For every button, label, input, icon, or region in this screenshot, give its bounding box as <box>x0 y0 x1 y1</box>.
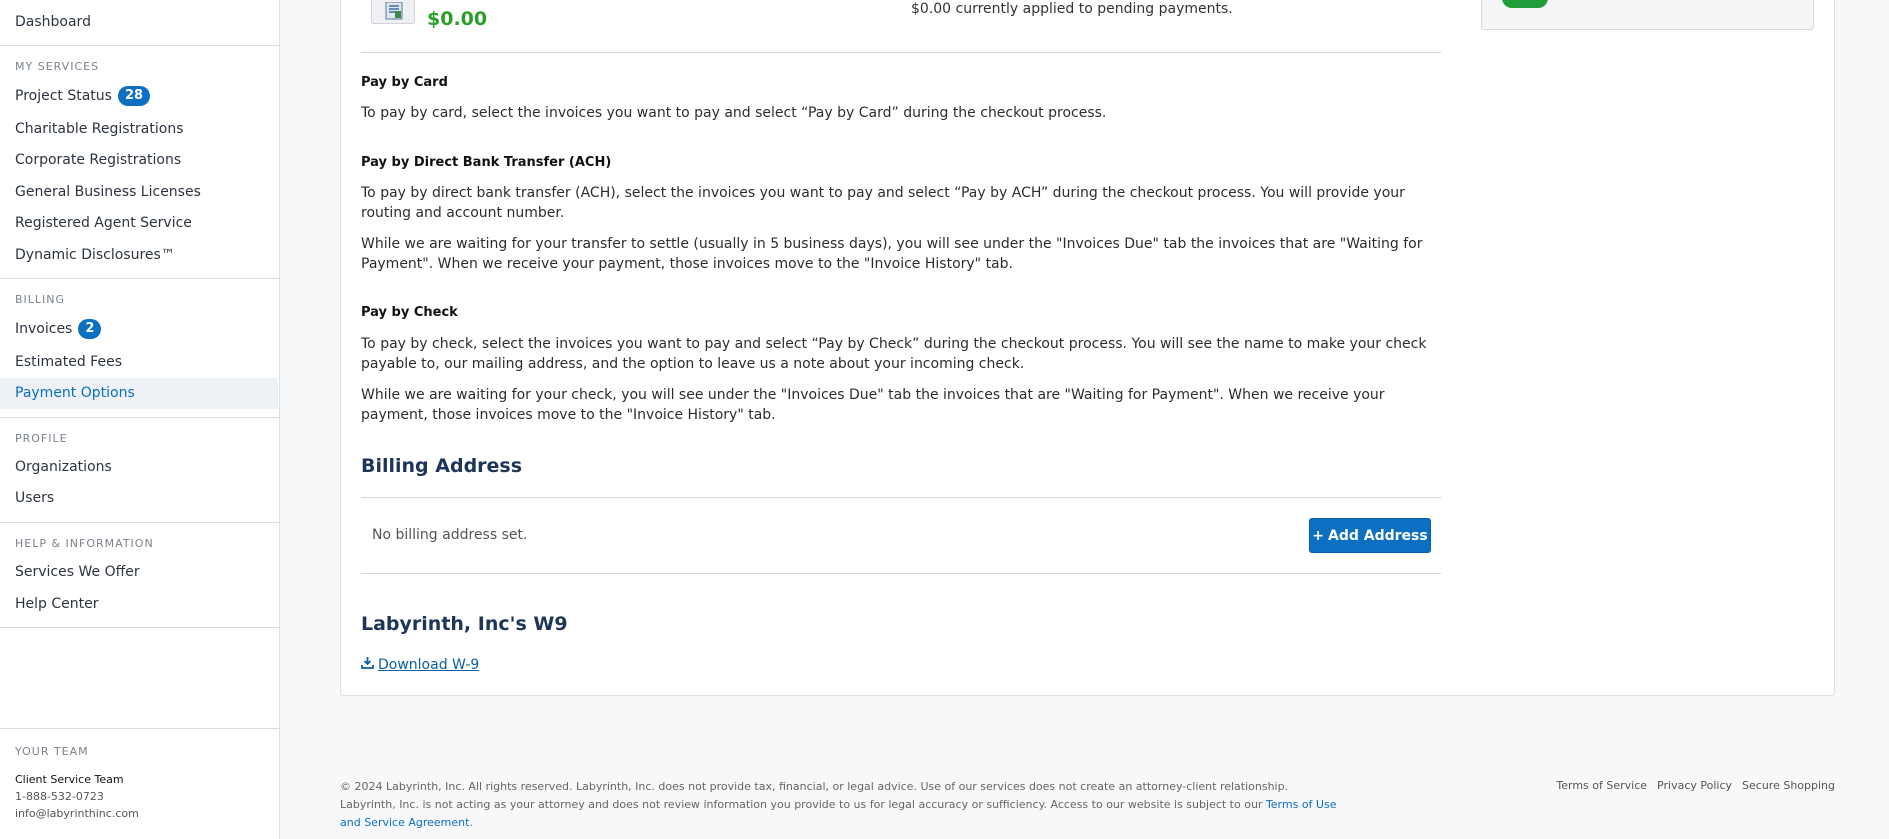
pay-by-ach-waiting-text: While we are waiting for your transfer t… <box>361 236 1423 272</box>
sidebar-heading-billing: BILLING <box>15 293 66 306</box>
plus-icon: + <box>1312 527 1325 544</box>
pending-payments-text: $0.00 currently applied to pending payme… <box>911 1 1233 17</box>
sidebar-item-label: Project Status <box>15 88 112 104</box>
privacy-policy-link[interactable]: Privacy Policy <box>1657 779 1732 792</box>
divider <box>361 52 1441 53</box>
sidebar-heading-your-team: YOUR TEAM <box>15 745 89 758</box>
add-address-label: Add Address <box>1328 527 1428 544</box>
project-status-count-badge: 28 <box>117 86 151 106</box>
sidebar-item-general-business-licenses[interactable]: General Business Licenses <box>15 184 201 200</box>
footer-legal-text: © 2024 Labyrinth, Inc. All rights reserv… <box>340 780 1289 811</box>
receipt-icon <box>371 0 415 24</box>
sidebar-divider <box>0 417 279 418</box>
sidebar-item-invoices[interactable]: Invoices 2 <box>15 319 102 339</box>
sidebar-item-registered-agent-service[interactable]: Registered Agent Service <box>15 215 192 231</box>
sidebar-item-dynamic-disclosures[interactable]: Dynamic Disclosures™ <box>15 247 175 263</box>
sidebar-item-services-we-offer[interactable]: Services We Offer <box>15 564 140 580</box>
footer-links: Terms of Service Privacy Policy Secure S… <box>1556 779 1835 792</box>
sidebar-heading-help: HELP & INFORMATION <box>15 537 154 550</box>
secure-shopping-link[interactable]: Secure Shopping <box>1742 779 1835 792</box>
pay-by-ach-text: To pay by direct bank transfer (ACH), se… <box>361 185 1405 221</box>
credit-amount: $0.00 <box>427 8 488 30</box>
download-w9-label: Download W-9 <box>378 656 480 673</box>
sidebar-item-dashboard[interactable]: Dashboard <box>15 14 91 30</box>
download-w9-link[interactable]: Download W-9 <box>361 656 479 673</box>
sidebar-divider <box>0 522 279 523</box>
invoices-count-badge: 2 <box>78 319 102 339</box>
pay-by-card-title: Pay by Card <box>361 75 448 90</box>
sidebar-item-estimated-fees[interactable]: Estimated Fees <box>15 354 122 370</box>
sidebar-divider <box>0 627 279 628</box>
sidebar-divider <box>0 45 279 46</box>
sidebar-item-users[interactable]: Users <box>15 490 54 506</box>
team-name: Client Service Team <box>15 773 124 786</box>
sidebar-item-organizations[interactable]: Organizations <box>15 459 112 475</box>
sidebar-item-payment-options[interactable]: Payment Options <box>15 385 135 401</box>
divider <box>361 497 1441 498</box>
team-phone: 1-888-532-0723 <box>15 790 104 803</box>
pay-by-check-text: To pay by check, select the invoices you… <box>361 336 1427 372</box>
no-billing-address-text: No billing address set. <box>372 527 528 543</box>
sidebar-divider <box>0 728 279 729</box>
sidebar: Dashboard MY SERVICES Project Status 28 C… <box>0 0 280 839</box>
billing-address-title: Billing Address <box>361 455 523 477</box>
download-icon <box>361 656 374 673</box>
sidebar-heading-profile: PROFILE <box>15 432 68 445</box>
sidebar-heading-my-services: MY SERVICES <box>15 60 100 73</box>
add-address-button[interactable]: + Add Address <box>1309 518 1431 553</box>
sidebar-item-label: Invoices <box>15 321 73 337</box>
divider <box>361 573 1441 574</box>
sidebar-item-project-status[interactable]: Project Status 28 <box>15 86 151 106</box>
pay-by-card-text: To pay by card, select the invoices you … <box>361 105 1107 121</box>
terms-of-service-link[interactable]: Terms of Service <box>1556 779 1647 792</box>
pay-by-check-waiting-text: While we are waiting for your check, you… <box>361 387 1385 423</box>
team-email[interactable]: info@labyrinthinc.com <box>15 807 139 820</box>
footer-legal: © 2024 Labyrinth, Inc. All rights reserv… <box>340 780 1337 829</box>
pay-by-check-title: Pay by Check <box>361 305 458 320</box>
sidebar-item-corporate-registrations[interactable]: Corporate Registrations <box>15 152 181 168</box>
autopay-toggle[interactable] <box>1502 0 1548 8</box>
sidebar-item-help-center[interactable]: Help Center <box>15 596 99 612</box>
sidebar-item-charitable-registrations[interactable]: Charitable Registrations <box>15 121 184 137</box>
w9-title: Labyrinth, Inc's W9 <box>361 613 568 635</box>
sidebar-divider <box>0 278 279 279</box>
pay-by-ach-title: Pay by Direct Bank Transfer (ACH) <box>361 155 612 170</box>
